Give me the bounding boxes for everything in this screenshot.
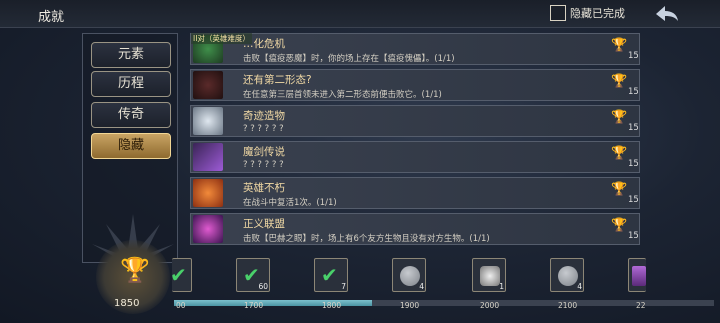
milestone-reward[interactable]: ✔ 60: [236, 258, 270, 292]
score-trophy-icon: 🏆: [120, 256, 150, 284]
achievement-points: 15: [628, 195, 639, 205]
reward-count: 1: [499, 282, 504, 291]
achievement-score: 🏆 1850: [86, 210, 180, 320]
achievement-name: 正义联盟: [243, 218, 285, 230]
back-arrow-icon[interactable]: [654, 3, 680, 25]
milestone-label: 22: [636, 301, 646, 310]
hide-completed-checkbox[interactable]: [550, 5, 566, 21]
milestone-reward[interactable]: 1: [472, 258, 506, 292]
reward-count: 4: [419, 282, 424, 291]
trophy-icon: 🏆: [611, 38, 628, 53]
achievement-points: 15: [628, 123, 639, 133]
eye-of-bach-icon: [193, 215, 223, 243]
revive-icon: [193, 179, 223, 207]
achievement-row[interactable]: 英雄不朽 在战斗中复活1次。(1/1) 🏆 15: [190, 177, 640, 209]
milestone-label: 00: [176, 301, 186, 310]
top-bar: 成就 隐藏已完成: [0, 0, 720, 28]
reward-count: 7: [341, 282, 346, 291]
category-elements-button[interactable]: 元素: [91, 42, 171, 68]
achievement-row[interactable]: II对（英雄难度） …化危机 击败【瘟疫恶魔】时，你的场上存在【瘟疫傀儡】。(1…: [190, 33, 640, 65]
milestone-reward[interactable]: 4: [392, 258, 426, 292]
achievement-desc: 击败【瘟疫恶魔】时，你的场上存在【瘟疫傀儡】。(1/1): [243, 54, 455, 64]
achievement-name: 英雄不朽: [243, 182, 285, 194]
hide-completed-label: 隐藏已完成: [570, 7, 625, 20]
gear-icon: [480, 266, 500, 286]
achievement-points: 15: [628, 231, 639, 241]
reward-count: 60: [258, 282, 268, 291]
achievement-list[interactable]: II对（英雄难度） …化危机 击败【瘟疫恶魔】时，你的场上存在【瘟疫傀儡】。(1…: [190, 33, 642, 248]
trophy-icon: 🏆: [611, 146, 628, 161]
crystal-artifact-icon: [193, 107, 223, 135]
category-hidden-button[interactable]: 隐藏: [91, 133, 171, 159]
boss-silhouette-icon: [193, 71, 223, 99]
partial-reward-icon: [632, 266, 646, 286]
milestone-label: 1700: [244, 301, 264, 310]
achievement-desc: 在战斗中复活1次。(1/1): [243, 198, 337, 208]
achievement-points: 15: [628, 87, 639, 97]
stone-icon: [558, 266, 578, 286]
achievement-name: 还有第二形态?: [243, 74, 312, 86]
achievement-row[interactable]: 正义联盟 击败【巴赫之眼】时，场上有6个友方生物且没有对方生物。(1/1) 🏆 …: [190, 213, 640, 245]
achievement-name: 奇迹造物: [243, 110, 285, 122]
magic-sword-icon: [193, 143, 223, 171]
check-icon: ✔: [243, 263, 260, 287]
reward-progress-fill: [174, 300, 372, 306]
achievement-desc: 在任意第三层首领未进入第二形态前便击败它。(1/1): [243, 90, 442, 100]
achievement-desc: ? ? ? ? ? ?: [243, 160, 284, 170]
achievement-row[interactable]: 魔剑传说 ? ? ? ? ? ? 🏆 15: [190, 141, 640, 173]
achievement-points: 15: [628, 51, 639, 61]
milestone-label: 1800: [322, 301, 342, 310]
achievement-points: 15: [628, 159, 639, 169]
trophy-icon: 🏆: [611, 182, 628, 197]
milestone-label: 2000: [480, 301, 500, 310]
page-title: 成就: [38, 10, 65, 25]
milestone-reward[interactable]: ✔: [170, 258, 192, 292]
achievement-row[interactable]: 还有第二形态? 在任意第三层首领未进入第二形态前便击败它。(1/1) 🏆 15: [190, 69, 640, 101]
milestone-reward[interactable]: ✔ 7: [314, 258, 348, 292]
trophy-icon: 🏆: [611, 218, 628, 233]
achievement-name: …化危机: [243, 38, 285, 50]
category-legend-button[interactable]: 传奇: [91, 102, 171, 128]
hide-completed-toggle[interactable]: 隐藏已完成: [550, 5, 625, 21]
milestone-label: 1900: [400, 301, 420, 310]
milestone-label: 2100: [558, 301, 578, 310]
check-icon: ✔: [170, 263, 187, 287]
reward-count: 4: [577, 282, 582, 291]
achievement-row[interactable]: 奇迹造物 ? ? ? ? ? ? 🏆 15: [190, 105, 640, 137]
achievement-desc: ? ? ? ? ? ?: [243, 124, 284, 134]
milestone-reward[interactable]: 4: [550, 258, 584, 292]
trophy-icon: 🏆: [611, 110, 628, 125]
trophy-icon: 🏆: [611, 74, 628, 89]
stone-icon: [400, 266, 420, 286]
milestone-reward[interactable]: [628, 258, 646, 292]
score-value: 1850: [114, 298, 140, 309]
category-history-button[interactable]: 历程: [91, 71, 171, 97]
check-icon: ✔: [321, 263, 338, 287]
achievement-desc: 击败【巴赫之眼】时，场上有6个友方生物且没有对方生物。(1/1): [243, 234, 490, 244]
achievement-name: 魔剑传说: [243, 146, 285, 158]
